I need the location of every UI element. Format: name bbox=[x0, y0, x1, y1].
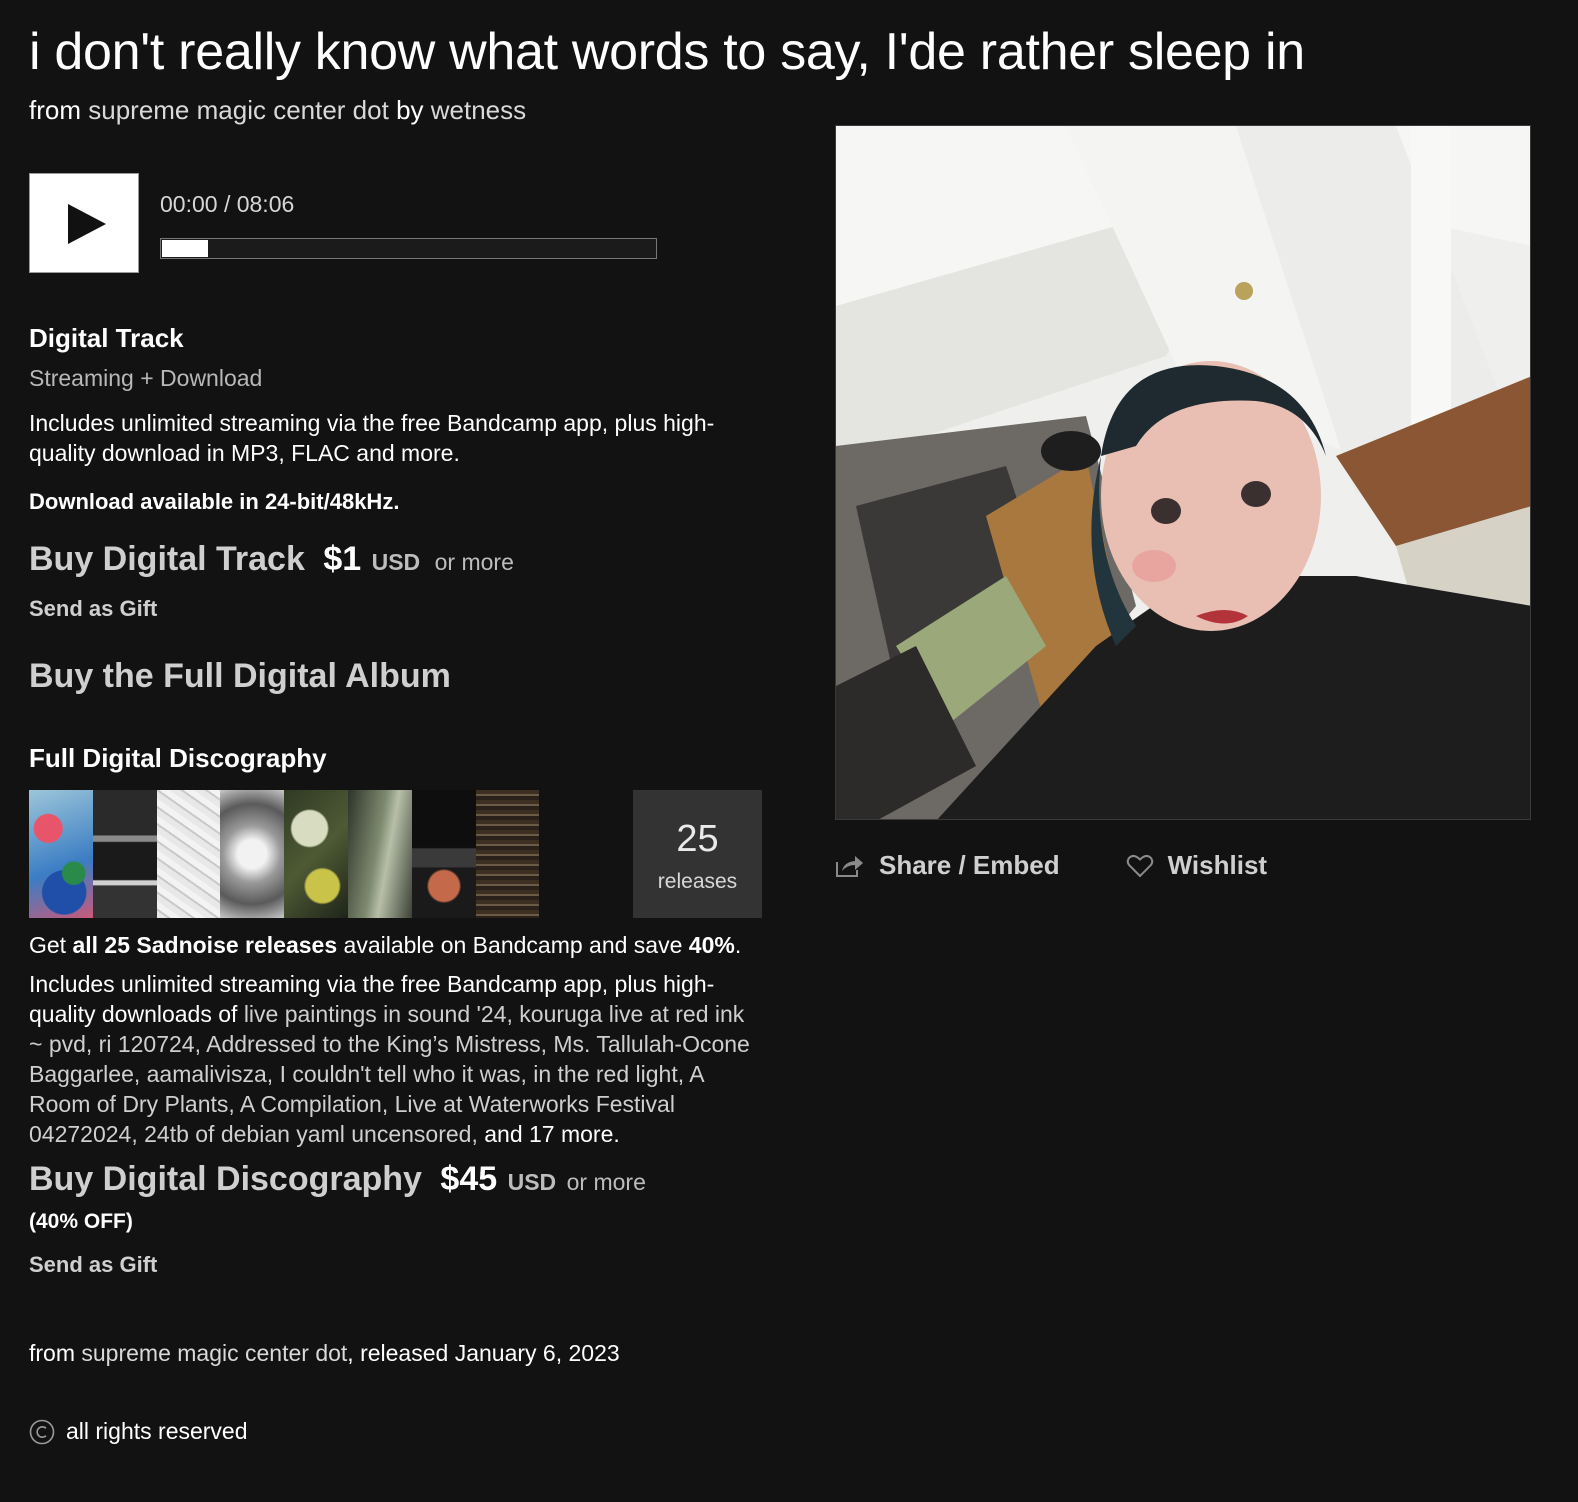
releases-label: releases bbox=[657, 870, 738, 893]
share-embed-button[interactable]: Share / Embed bbox=[835, 850, 1060, 881]
offer-release-count: all 25 Sadnoise releases bbox=[72, 932, 338, 958]
track-subtitle: from supreme magic center dot by wetness bbox=[29, 95, 526, 126]
copyright-icon bbox=[29, 1419, 55, 1444]
offer-prefix: Get bbox=[29, 932, 67, 958]
artist-link[interactable]: wetness bbox=[431, 95, 526, 125]
send-as-gift-discography-link[interactable]: Send as Gift bbox=[29, 1252, 157, 1278]
album-link[interactable]: supreme magic center dot bbox=[88, 95, 389, 125]
offer-end: . bbox=[734, 932, 742, 958]
releases-count: 25 bbox=[676, 818, 719, 860]
digital-track-heading: Digital Track bbox=[29, 323, 184, 353]
play-button[interactable] bbox=[29, 173, 139, 273]
buy-digital-discography-link[interactable]: Buy Digital Discography bbox=[29, 1160, 422, 1198]
time-display: 00:00 / 08:06 bbox=[160, 191, 295, 217]
release-cover bbox=[411, 790, 476, 918]
release-cover bbox=[156, 790, 221, 918]
discography-discount-label: (40% OFF) bbox=[29, 1210, 133, 1233]
rights-text: all rights reserved bbox=[66, 1418, 248, 1444]
offer-discount: 40% bbox=[688, 932, 735, 958]
album-art-image bbox=[836, 126, 1530, 819]
buy-track-row: Buy Digital Track $1 USD or more bbox=[29, 540, 514, 579]
release-cover bbox=[347, 790, 412, 918]
digital-track-subheading: Streaming + Download bbox=[29, 365, 263, 391]
by-prefix: by bbox=[396, 95, 424, 125]
release-cover bbox=[284, 790, 348, 918]
send-as-gift-track-link[interactable]: Send as Gift bbox=[29, 596, 157, 622]
discography-description: Includes unlimited streaming via the fre… bbox=[29, 969, 764, 1149]
discography-price: $45 bbox=[440, 1160, 498, 1198]
buy-full-album-link[interactable]: Buy the Full Digital Album bbox=[29, 657, 451, 696]
release-cover bbox=[475, 790, 540, 918]
rights-line: all rights reserved bbox=[29, 1418, 248, 1445]
releases-count-box[interactable]: 25 releases bbox=[633, 790, 762, 918]
release-cover bbox=[220, 790, 285, 918]
from-prefix: from bbox=[29, 95, 81, 125]
track-price: $1 bbox=[323, 540, 362, 578]
track-title: i don't really know what words to say, I… bbox=[29, 23, 1305, 81]
download-quality-note: Download available in 24-bit/48kHz. bbox=[29, 489, 400, 514]
release-info: from supreme magic center dot, released … bbox=[29, 1340, 620, 1367]
release-cover bbox=[29, 790, 93, 918]
album-art[interactable] bbox=[835, 125, 1531, 820]
progress-handle[interactable] bbox=[162, 240, 208, 257]
offer-middle: available on Bandcamp and save bbox=[343, 932, 683, 958]
discography-currency: USD bbox=[507, 1169, 557, 1195]
release-from-prefix: from bbox=[29, 1340, 75, 1366]
progress-bar[interactable] bbox=[160, 238, 657, 259]
wishlist-label: Wishlist bbox=[1167, 850, 1268, 880]
play-icon bbox=[68, 204, 106, 244]
release-album-link[interactable]: supreme magic center dot bbox=[81, 1340, 347, 1366]
discography-desc-suffix: and 17 more. bbox=[484, 1121, 620, 1147]
release-date: , released January 6, 2023 bbox=[347, 1340, 620, 1366]
discography-covers[interactable] bbox=[29, 790, 603, 918]
share-icon bbox=[836, 855, 863, 877]
wishlist-button[interactable]: Wishlist bbox=[1126, 850, 1267, 881]
discography-or-more: or more bbox=[566, 1169, 646, 1195]
heart-icon bbox=[1126, 854, 1153, 877]
buy-digital-track-link[interactable]: Buy Digital Track bbox=[29, 540, 305, 578]
discography-heading: Full Digital Discography bbox=[29, 743, 327, 773]
share-embed-label: Share / Embed bbox=[879, 850, 1060, 880]
digital-track-description: Includes unlimited streaming via the fre… bbox=[29, 410, 715, 466]
audio-player: 00:00 / 08:06 bbox=[29, 173, 669, 277]
discography-offer: Get all 25 Sadnoise releases available o… bbox=[29, 932, 741, 959]
track-or-more: or more bbox=[434, 549, 514, 575]
release-cover bbox=[92, 790, 157, 918]
action-bar: Share / Embed Wishlist bbox=[835, 850, 1267, 881]
buy-discography-row: Buy Digital Discography $45 USD or more bbox=[29, 1160, 646, 1199]
track-currency: USD bbox=[371, 549, 421, 575]
